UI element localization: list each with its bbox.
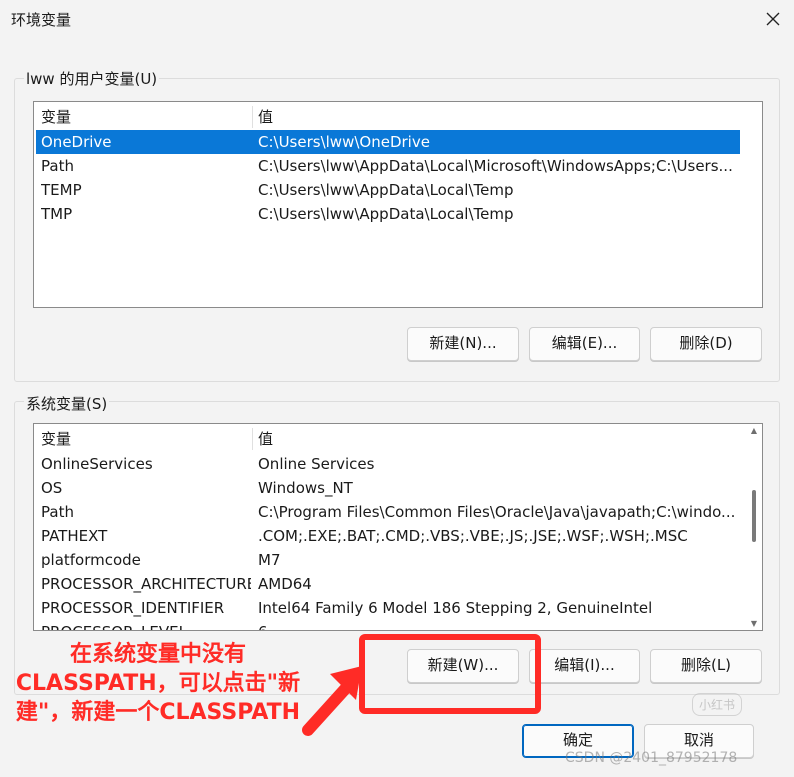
table-row[interactable]: OneDrive C:\Users\lww\OneDrive [36,130,740,154]
user-edit-button[interactable]: 编辑(E)... [529,327,640,361]
var-name: TEMP [41,181,82,199]
table-row[interactable]: PROCESSOR_LEVEL 6 [36,620,744,630]
var-name: PATHEXT [41,527,108,545]
table-row[interactable]: Path C:\Users\lww\AppData\Local\Microsof… [36,154,740,178]
var-value: 6 [258,620,740,630]
scroll-down-icon[interactable]: ▼ [749,619,759,628]
var-value: AMD64 [258,575,312,593]
annotation-line: 在系统变量中没有 [69,642,246,667]
var-value: M7 [258,551,281,569]
table-row[interactable]: PROCESSOR_IDENTIFIER Intel64 Family 6 Mo… [36,596,744,620]
column-divider [252,106,253,128]
watermark-text: CSDN @2401_87952178 [565,750,738,766]
column-header-name[interactable]: 变量 [41,426,251,452]
var-name: OnlineServices [41,455,153,473]
user-new-button[interactable]: 新建(N)... [407,327,519,361]
user-vars-label: lww 的用户变量(U) [24,68,160,89]
var-name: Path [41,157,74,175]
var-value: C:\Users\lww\AppData\Local\Temp [258,205,514,223]
system-vars-list[interactable]: 变量 值 OnlineServices Online Services OS W… [33,423,763,631]
table-row[interactable]: OS Windows_NT [36,476,744,500]
system-edit-button[interactable]: 编辑(I)... [529,649,640,683]
system-vars-label: 系统变量(S) [24,393,110,414]
var-value: Online Services [258,455,375,473]
var-name: TMP [41,205,73,223]
var-value: C:\Users\lww\AppData\Local\Microsoft\Win… [258,157,733,175]
var-value: .COM;.EXE;.BAT;.CMD;.VBS;.VBE;.JS;.JSE;.… [258,527,688,545]
table-row[interactable]: Path C:\Program Files\Common Files\Oracl… [36,500,744,524]
var-value: Intel64 Family 6 Model 186 Stepping 2, G… [258,599,653,617]
column-header-value[interactable]: 值 [258,104,756,130]
column-header-name[interactable]: 变量 [41,104,251,130]
annotation-text: 在系统变量中没有 CLASSPATH，可以点击"新 建"，新建一个CLASSPA… [8,640,308,727]
var-name: PROCESSOR_LEVEL [41,620,251,630]
annotation-line: 建"，新建一个CLASSPATH [15,700,301,725]
system-vars-scrollbar[interactable]: ▲ ▼ [748,426,760,628]
table-row[interactable]: PROCESSOR_ARCHITECTURE AMD64 [36,572,744,596]
var-value: C:\Users\lww\OneDrive [258,133,430,151]
table-row[interactable]: PATHEXT .COM;.EXE;.BAT;.CMD;.VBS;.VBE;.J… [36,524,744,548]
var-value: C:\Users\lww\AppData\Local\Temp [258,181,514,199]
table-row[interactable]: OnlineServices Online Services [36,452,744,476]
column-header-value[interactable]: 值 [258,426,740,452]
close-icon [766,12,780,26]
var-name: PROCESSOR_ARCHITECTURE [41,575,251,593]
annotation-highlight-box [359,634,541,714]
title-bar: 环境变量 [0,0,794,40]
var-name: Path [41,503,74,521]
list-header: 变量 值 [36,104,760,130]
var-name: OS [41,479,63,497]
scroll-thumb[interactable] [752,490,756,542]
var-name: PROCESSOR_IDENTIFIER [41,599,225,617]
window-title: 环境变量 [11,11,72,29]
var-value: C:\Program Files\Common Files\Oracle\Jav… [258,503,736,521]
scroll-up-icon[interactable]: ▲ [749,426,759,435]
column-divider [252,428,253,450]
table-row[interactable]: TMP C:\Users\lww\AppData\Local\Temp [36,202,740,226]
annotation-line: CLASSPATH，可以点击"新 [15,671,301,696]
user-vars-list[interactable]: 变量 值 OneDrive C:\Users\lww\OneDrive Path… [33,101,763,308]
user-delete-button[interactable]: 删除(D) [650,327,762,361]
var-name: OneDrive [41,133,112,151]
annotation-arrow-icon [302,666,362,736]
system-delete-button[interactable]: 删除(L) [650,649,762,683]
close-button[interactable] [758,4,788,34]
table-row[interactable]: TEMP C:\Users\lww\AppData\Local\Temp [36,178,740,202]
var-name: platformcode [41,551,141,569]
list-header: 变量 值 [36,426,744,452]
watermark-badge: 小红书 [692,693,743,716]
var-value: Windows_NT [258,479,353,497]
table-row[interactable]: platformcode M7 [36,548,744,572]
